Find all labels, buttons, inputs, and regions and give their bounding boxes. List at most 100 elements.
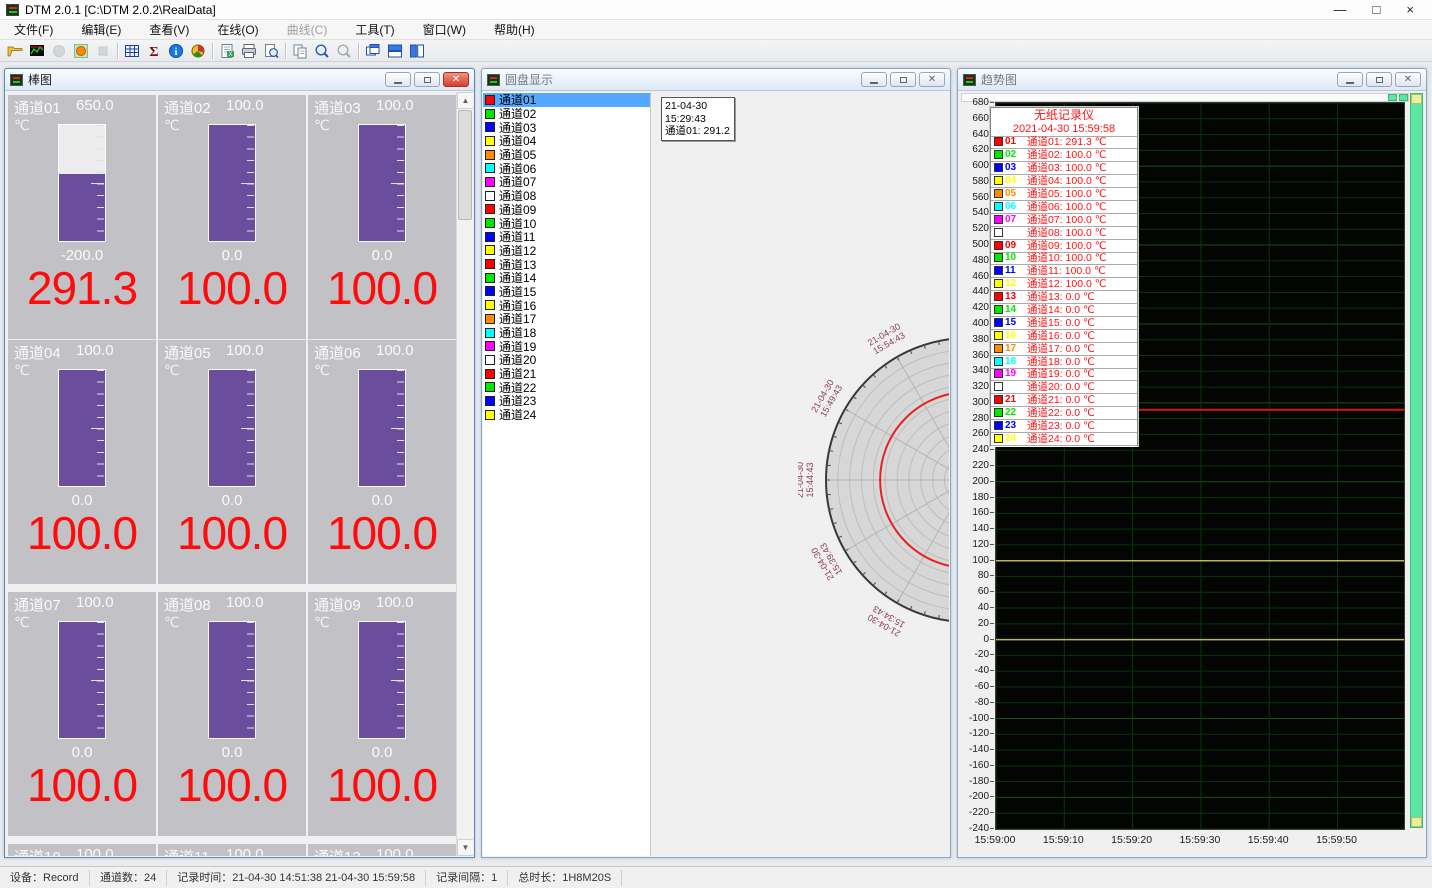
- disc-maximize-button[interactable]: [890, 72, 916, 87]
- trend-y-tick-label: 540: [959, 207, 989, 218]
- info-icon[interactable]: i: [165, 41, 187, 61]
- trend-y-tick-label: 200: [959, 476, 989, 487]
- trend-y-tick-label: 340: [959, 365, 989, 376]
- disc-window-body: 通道01通道02通道03通道04通道05通道06通道07通道08通道09通道10…: [483, 92, 949, 856]
- export-icon[interactable]: X: [216, 41, 238, 61]
- trend-maximize-button[interactable]: [1366, 72, 1392, 87]
- menu-item-6[interactable]: 窗口(W): [409, 19, 480, 40]
- cascade-windows-icon[interactable]: [362, 41, 384, 61]
- trend-x-tick-label: 15:59:10: [1033, 834, 1093, 846]
- menu-item-0[interactable]: 文件(F): [0, 19, 67, 40]
- legend-color-swatch: [994, 215, 1003, 224]
- gauge-unit: ℃: [314, 362, 330, 379]
- gauge-channel-name: 通道01: [14, 97, 70, 118]
- data-tooltip: 21-04-30 15:29:43 通道01: 291.2: [661, 97, 735, 141]
- gauge-current-value: 100.0: [8, 506, 156, 560]
- trend-y-tick-label: 580: [959, 176, 989, 187]
- disc-window-titlebar[interactable]: 圆盘显示 ✕: [482, 69, 950, 91]
- tile-horizontal-icon[interactable]: [384, 41, 406, 61]
- scroll-down-arrow[interactable]: ▼: [457, 839, 473, 856]
- print-icon[interactable]: [238, 41, 260, 61]
- trend-y-tick-label: 180: [959, 492, 989, 503]
- disc-close-button[interactable]: ✕: [919, 72, 945, 87]
- scrollbar-thumb[interactable]: [458, 110, 472, 220]
- legend-color-swatch: [994, 253, 1003, 262]
- realtime-chart-icon[interactable]: [26, 41, 48, 61]
- channel-list-item-通道24[interactable]: 通道24: [483, 408, 650, 422]
- statistics-sigma-icon[interactable]: Σ: [143, 41, 165, 61]
- gauge-current-value: 100.0: [158, 758, 306, 812]
- channel-color-swatch: [485, 109, 495, 119]
- zoom-icon[interactable]: [311, 41, 333, 61]
- trend-x-tick-label: 15:59:00: [965, 834, 1025, 846]
- copy-icon[interactable]: [289, 41, 311, 61]
- menu-item-3[interactable]: 在线(O): [203, 19, 272, 40]
- svg-text:21-04-3015:44:43: 21-04-3015:44:43: [798, 462, 815, 498]
- legend-color-swatch: [994, 344, 1003, 353]
- menu-item-5[interactable]: 工具(T): [341, 19, 408, 40]
- app-minimize-button[interactable]: —: [1334, 2, 1347, 17]
- trend-y-tick-label: 680: [959, 97, 989, 108]
- gauge-current-value: 100.0: [308, 261, 456, 315]
- menu-item-7[interactable]: 帮助(H): [480, 19, 549, 40]
- bar-maximize-button[interactable]: [414, 72, 440, 87]
- legend-color-swatch: [994, 228, 1003, 237]
- scroll-up-arrow[interactable]: ▲: [457, 92, 473, 109]
- trend-y-tick-label: 120: [959, 539, 989, 550]
- menu-item-1[interactable]: 编辑(E): [67, 19, 135, 40]
- trend-horizontal-scrollbar[interactable]: [961, 93, 1409, 102]
- gauge-track: [58, 124, 106, 242]
- gauge-unit: ℃: [314, 117, 330, 134]
- trend-y-tick-label: 80: [959, 570, 989, 581]
- bar-window-titlebar[interactable]: 棒图 ✕: [5, 69, 474, 91]
- app-close-button[interactable]: ×: [1406, 2, 1414, 17]
- tile-vertical-icon[interactable]: [406, 41, 428, 61]
- gauge-current-value: 100.0: [8, 758, 156, 812]
- trend-close-button[interactable]: ✕: [1395, 72, 1421, 87]
- gauge-max-value: 100.0: [226, 342, 264, 363]
- channel-color-swatch: [485, 369, 495, 379]
- legend-channel-number: 01: [1005, 136, 1023, 147]
- trend-window-titlebar[interactable]: 趋势图 ✕: [958, 69, 1426, 91]
- open-folder-icon[interactable]: [4, 41, 26, 61]
- trend-y-tick-label: 480: [959, 255, 989, 266]
- bar-minimize-button[interactable]: [385, 72, 411, 87]
- pie-chart-icon[interactable]: [187, 41, 209, 61]
- statusbar-item-0: 设备：Record: [0, 870, 90, 886]
- vscroll-button-top[interactable]: [1411, 94, 1422, 104]
- print-preview-icon[interactable]: [260, 41, 282, 61]
- vscroll-button-bottom[interactable]: [1411, 817, 1422, 827]
- tooltip-time: 15:29:43: [665, 113, 731, 126]
- stop-icon: [92, 41, 114, 61]
- legend-color-swatch: [994, 382, 1003, 391]
- polar-chart: 6805103401700-17021-04-3014:59:4321-04-3…: [798, 310, 949, 650]
- app-maximize-button[interactable]: □: [1373, 2, 1381, 17]
- gauge-max-value: 100.0: [76, 342, 114, 363]
- trend-minimize-button[interactable]: [1337, 72, 1363, 87]
- hscroll-button[interactable]: [1399, 94, 1408, 101]
- bar-gauge-panel-通道09: 通道09100.0℃0.0100.0: [308, 592, 456, 836]
- gauge-header: 通道03100.0: [314, 97, 450, 118]
- menu-item-2[interactable]: 查看(V): [135, 19, 203, 40]
- channel-color-swatch: [485, 150, 495, 160]
- legend-color-swatch: [994, 176, 1003, 185]
- legend-channel-number: 19: [1005, 368, 1023, 379]
- channel-color-swatch: [485, 273, 495, 283]
- bar-close-button[interactable]: ✕: [443, 72, 469, 87]
- channel-color-swatch: [485, 300, 495, 310]
- disc-minimize-button[interactable]: [861, 72, 887, 87]
- trend-y-tick-label: 560: [959, 192, 989, 203]
- trend-window-body: 6806606406206005805605405205004804604404…: [959, 92, 1425, 856]
- gauge-max-value: 100.0: [76, 846, 114, 856]
- legend-channel-number: 04: [1005, 175, 1023, 186]
- gauge-track: [208, 621, 256, 739]
- record-icon[interactable]: [70, 41, 92, 61]
- gauge-max-value: 100.0: [376, 97, 414, 118]
- trend-y-tick-label: 360: [959, 350, 989, 361]
- svg-text:21-04-3015:39:43: 21-04-3015:39:43: [809, 541, 844, 582]
- trend-vertical-scrollbar[interactable]: [1410, 93, 1423, 828]
- menubar: 文件(F)编辑(E)查看(V)在线(O)曲线(C)工具(T)窗口(W)帮助(H): [0, 20, 1432, 40]
- data-table-icon[interactable]: [121, 41, 143, 61]
- hscroll-thumb[interactable]: [1388, 94, 1397, 101]
- bar-vertical-scrollbar[interactable]: ▲ ▼: [456, 92, 473, 856]
